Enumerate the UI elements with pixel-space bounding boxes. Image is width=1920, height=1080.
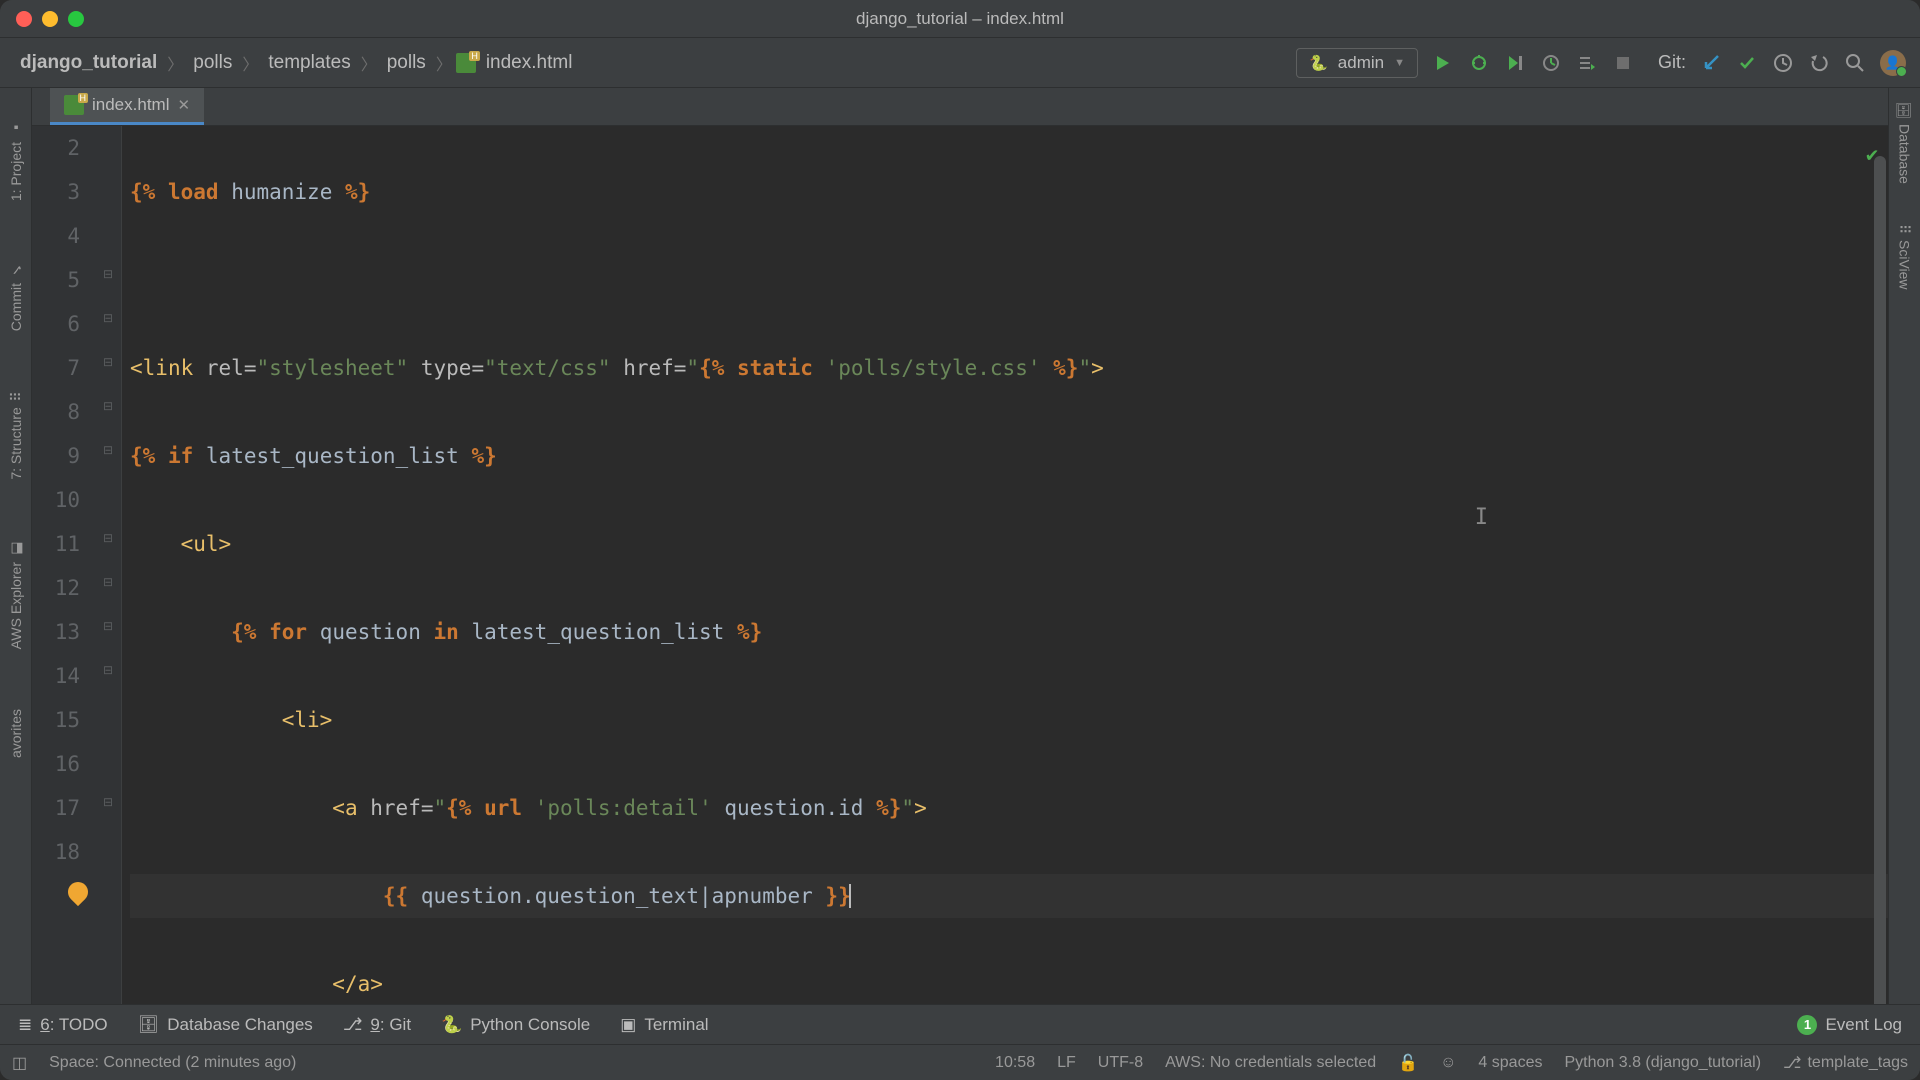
run-configuration-dropdown[interactable]: 🐍 admin ▼ (1296, 48, 1418, 78)
left-tool-strip: 1: Project ▪ Commit ✓ 7: Structure ⠿ AWS… (0, 88, 32, 1004)
status-interpreter[interactable]: Python 3.8 (django_tutorial) (1564, 1054, 1761, 1072)
coverage-button[interactable] (1504, 52, 1526, 74)
tool-git[interactable]: ⎇ 9: Git (343, 1015, 411, 1035)
chevron-right-icon: 〉 (167, 51, 183, 75)
status-bar: ◫ Space: Connected (2 minutes ago) 10:58… (0, 1044, 1920, 1080)
content-area: 1: Project ▪ Commit ✓ 7: Structure ⠿ AWS… (0, 88, 1920, 1004)
editor: index.html ✕ 234 567 8910 111213 141516 … (32, 88, 1888, 1004)
fold-marker-icon[interactable]: ⊟ (103, 399, 113, 413)
window-title: django_tutorial – index.html (856, 9, 1064, 29)
nav-actions: 🐍 admin ▼ Git: 👤 (1296, 48, 1906, 78)
stop-button[interactable] (1612, 52, 1634, 74)
tool-favorites[interactable]: avorites (8, 709, 24, 758)
profile-button[interactable] (1540, 52, 1562, 74)
tool-project[interactable]: 1: Project ▪ (8, 120, 24, 201)
fold-column[interactable]: ⊟ ⊟ ⊟ ⊟ ⊟ ⊟ ⊟ ⊟ ⊟ ⊟ (100, 126, 122, 1004)
tool-structure[interactable]: 7: Structure ⠿ (8, 391, 24, 480)
crumb-file[interactable]: index.html (480, 50, 579, 76)
ibeam-cursor-icon: 𝙸 (1475, 496, 1488, 540)
status-git-branch[interactable]: ⎇ template_tags (1783, 1053, 1908, 1073)
html-file-icon (456, 53, 476, 73)
search-everywhere-button[interactable] (1844, 52, 1866, 74)
breadcrumb: django_tutorial 〉 polls 〉 templates 〉 po… (14, 50, 1290, 76)
editor-tab[interactable]: index.html ✕ (50, 88, 204, 125)
fold-marker-icon[interactable]: ⊟ (103, 619, 113, 633)
status-space[interactable]: Space: Connected (2 minutes ago) (49, 1054, 296, 1072)
titlebar[interactable]: django_tutorial – index.html (0, 0, 1920, 38)
vcs-history-button[interactable] (1772, 52, 1794, 74)
status-line-separator[interactable]: LF (1057, 1054, 1076, 1072)
chevron-right-icon: 〉 (242, 51, 258, 75)
traffic-lights (16, 11, 84, 27)
bottom-tool-strip: ≣ 6: TODO 🗄 Database Changes ⎇ 9: Git 🐍 … (0, 1004, 1920, 1044)
navigation-bar: django_tutorial 〉 polls 〉 templates 〉 po… (0, 38, 1920, 88)
chevron-down-icon: ▼ (1394, 57, 1405, 69)
fold-marker-icon[interactable]: ⊟ (103, 311, 113, 325)
crumb-folder[interactable]: polls (381, 50, 432, 76)
maximize-window-button[interactable] (68, 11, 84, 27)
run-manage-button[interactable] (1576, 52, 1598, 74)
vcs-commit-button[interactable] (1736, 52, 1758, 74)
vcs-update-button[interactable] (1700, 52, 1722, 74)
fold-marker-icon[interactable]: ⊟ (103, 795, 113, 809)
tool-python-console[interactable]: 🐍 Python Console (441, 1015, 590, 1035)
tool-commit[interactable]: Commit ✓ (8, 261, 24, 331)
tool-event-log[interactable]: 1 Event Log (1797, 1015, 1902, 1035)
status-cursor-position[interactable]: 10:58 (995, 1054, 1035, 1072)
chevron-right-icon: 〉 (361, 51, 377, 75)
status-indent[interactable]: 4 spaces (1478, 1054, 1542, 1072)
scrollbar[interactable] (1874, 156, 1886, 1004)
line-gutter[interactable]: 234 567 8910 111213 141516 1718 (32, 126, 100, 1004)
vcs-rollback-button[interactable] (1808, 52, 1830, 74)
crumb-folder[interactable]: templates (262, 50, 356, 76)
fold-marker-icon[interactable]: ⊟ (103, 531, 113, 545)
tool-todo[interactable]: ≣ 6: TODO (18, 1015, 108, 1035)
event-count-badge: 1 (1797, 1015, 1817, 1035)
chevron-right-icon: 〉 (436, 51, 452, 75)
tool-database-changes[interactable]: 🗄 Database Changes (138, 1015, 313, 1035)
run-config-label: admin (1338, 53, 1384, 73)
ide-window: django_tutorial – index.html django_tuto… (0, 0, 1920, 1080)
html-file-icon (64, 95, 84, 115)
git-label: Git: (1658, 52, 1686, 73)
crumb-folder[interactable]: polls (187, 50, 238, 76)
editor-tabs: index.html ✕ (32, 88, 1888, 126)
inspector-icon[interactable]: ☺ (1440, 1054, 1456, 1072)
fold-marker-icon[interactable]: ⊟ (103, 575, 113, 589)
tool-aws-explorer[interactable]: AWS Explorer ◧ (8, 540, 24, 649)
tab-label: index.html (92, 95, 169, 115)
crumb-project[interactable]: django_tutorial (14, 50, 163, 76)
tool-windows-toggle[interactable]: ◫ (12, 1053, 27, 1073)
text-caret (849, 884, 851, 908)
run-button[interactable] (1432, 52, 1454, 74)
fold-marker-icon[interactable]: ⊟ (103, 355, 113, 369)
close-tab-button[interactable]: ✕ (177, 96, 190, 114)
code-area[interactable]: {% load humanize %} <link rel="styleshee… (122, 126, 1888, 1004)
fold-marker-icon[interactable]: ⊟ (103, 663, 113, 677)
debug-button[interactable] (1468, 52, 1490, 74)
minimize-window-button[interactable] (42, 11, 58, 27)
fold-marker-icon[interactable]: ⊟ (103, 443, 113, 457)
close-window-button[interactable] (16, 11, 32, 27)
python-icon: 🐍 (1309, 54, 1328, 72)
tool-sciview[interactable]: ⠿ SciView (1897, 224, 1913, 290)
status-encoding[interactable]: UTF-8 (1098, 1054, 1143, 1072)
editor-body[interactable]: 234 567 8910 111213 141516 1718 ⊟ ⊟ ⊟ ⊟ … (32, 126, 1888, 1004)
right-tool-strip: 🗄 Database ⠿ SciView (1888, 88, 1920, 1004)
fold-marker-icon[interactable]: ⊟ (103, 267, 113, 281)
lock-icon[interactable]: 🔓 (1398, 1053, 1418, 1073)
user-avatar[interactable]: 👤 (1880, 50, 1906, 76)
tool-database[interactable]: 🗄 Database (1897, 100, 1913, 184)
tool-terminal[interactable]: ▣ Terminal (620, 1015, 708, 1035)
status-aws[interactable]: AWS: No credentials selected (1165, 1054, 1376, 1072)
